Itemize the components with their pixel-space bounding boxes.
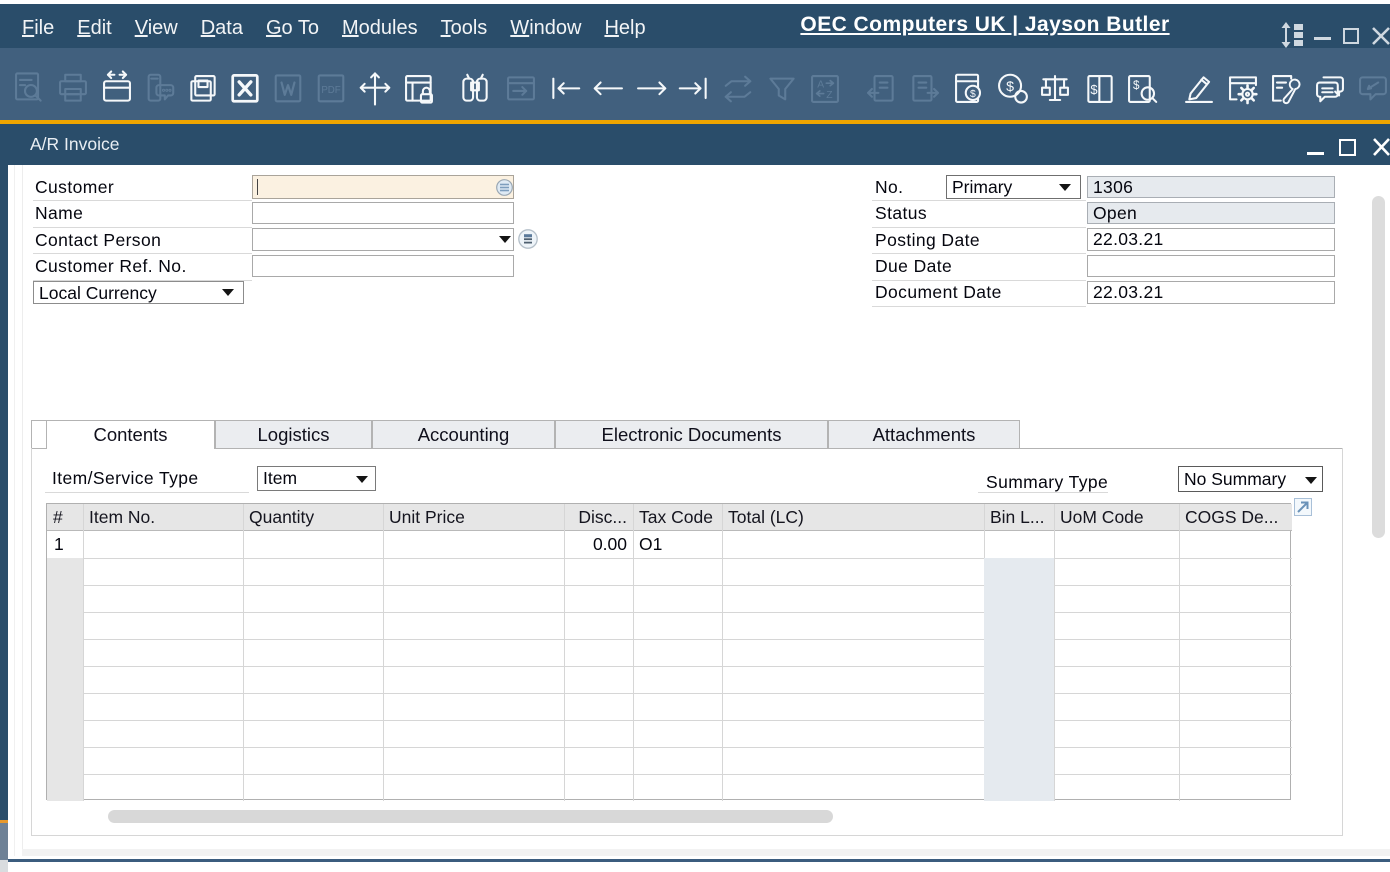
svg-text:$: $ bbox=[1133, 79, 1140, 92]
svg-text:$: $ bbox=[970, 89, 976, 100]
svg-text:$: $ bbox=[1006, 79, 1014, 95]
svg-text:Z: Z bbox=[826, 90, 832, 101]
svg-text:A: A bbox=[817, 80, 824, 91]
svg-text:PDF: PDF bbox=[321, 85, 340, 96]
svg-text:$: $ bbox=[1090, 82, 1097, 97]
